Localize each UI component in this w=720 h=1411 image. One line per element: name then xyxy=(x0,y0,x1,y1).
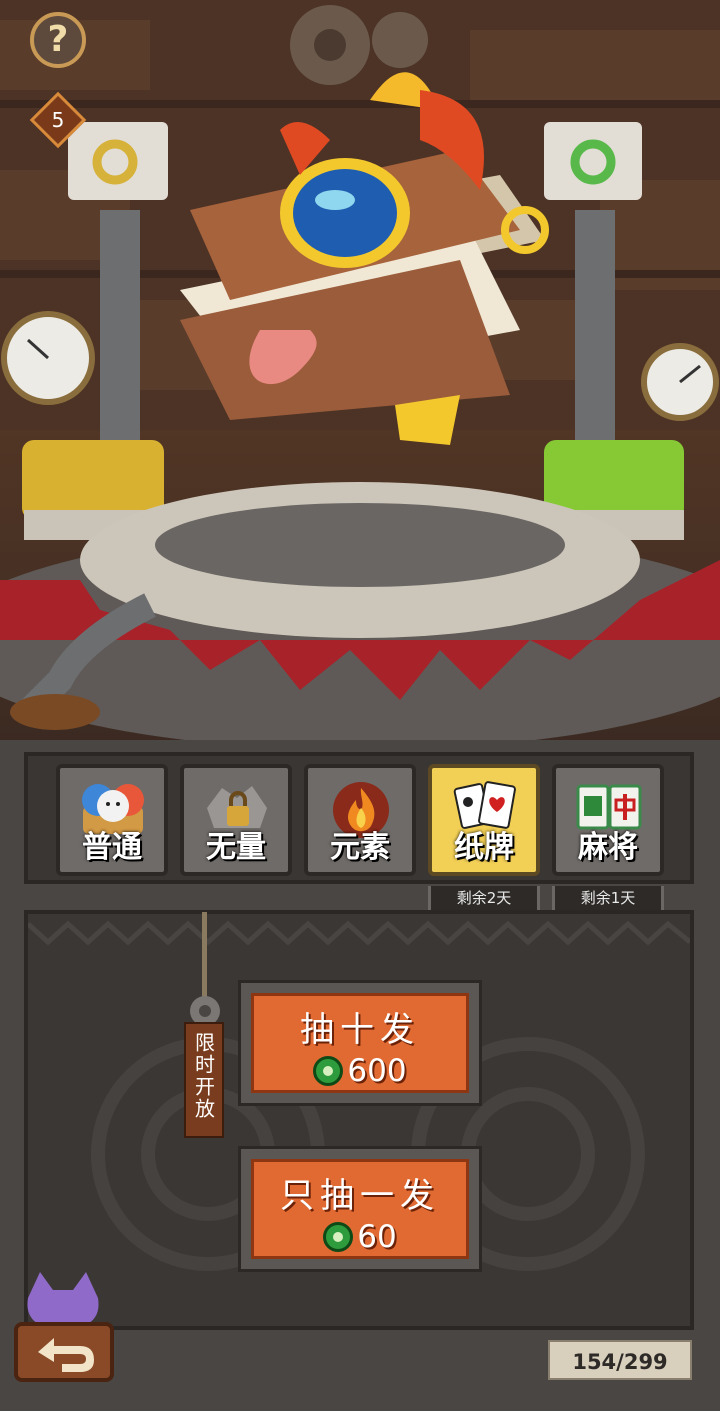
jade-coin-icon xyxy=(323,1222,354,1252)
back-arrow-icon xyxy=(14,1272,114,1382)
draw-ten-label: 抽十发 xyxy=(300,1010,420,1050)
tab-label: 元素 xyxy=(330,830,390,865)
tab-label: 无量 xyxy=(206,830,266,865)
summoning-machine-art xyxy=(0,0,720,750)
level-text: 5 xyxy=(51,108,65,132)
tab-cards[interactable]: 纸牌 xyxy=(428,764,540,876)
limited-time-tag: 限时开放 xyxy=(184,1022,224,1138)
draw-one-button[interactable]: 只抽一发 60 xyxy=(238,1146,482,1272)
tab-label: 普通 xyxy=(82,830,142,865)
draw-one-cost: 60 xyxy=(357,1219,397,1255)
inventory-counter: 154/299 xyxy=(548,1340,692,1380)
tab-normal[interactable]: 普通 xyxy=(56,764,168,876)
tab-mahjong[interactable]: 麻将 xyxy=(552,764,664,876)
tab-label: 纸牌 xyxy=(454,830,514,865)
draw-ten-cost: 600 xyxy=(347,1053,407,1089)
draw-one-label: 只抽一发 xyxy=(280,1176,440,1216)
help-button[interactable]: ? xyxy=(30,12,86,68)
tab-element[interactable]: 元素 xyxy=(304,764,416,876)
tab-label: 麻将 xyxy=(578,830,638,865)
back-button[interactable] xyxy=(8,1268,118,1388)
jade-coin-icon xyxy=(313,1056,344,1086)
machine-scene xyxy=(0,0,720,750)
tab-infinite[interactable]: 无量 xyxy=(180,764,292,876)
draw-ten-button[interactable]: 抽十发 600 xyxy=(238,980,482,1106)
remaining-days-cards: 剩余2天 xyxy=(428,886,540,910)
remaining-days-mahjong: 剩余1天 xyxy=(552,886,664,910)
limited-time-label: 限时开放 xyxy=(191,1032,216,1120)
